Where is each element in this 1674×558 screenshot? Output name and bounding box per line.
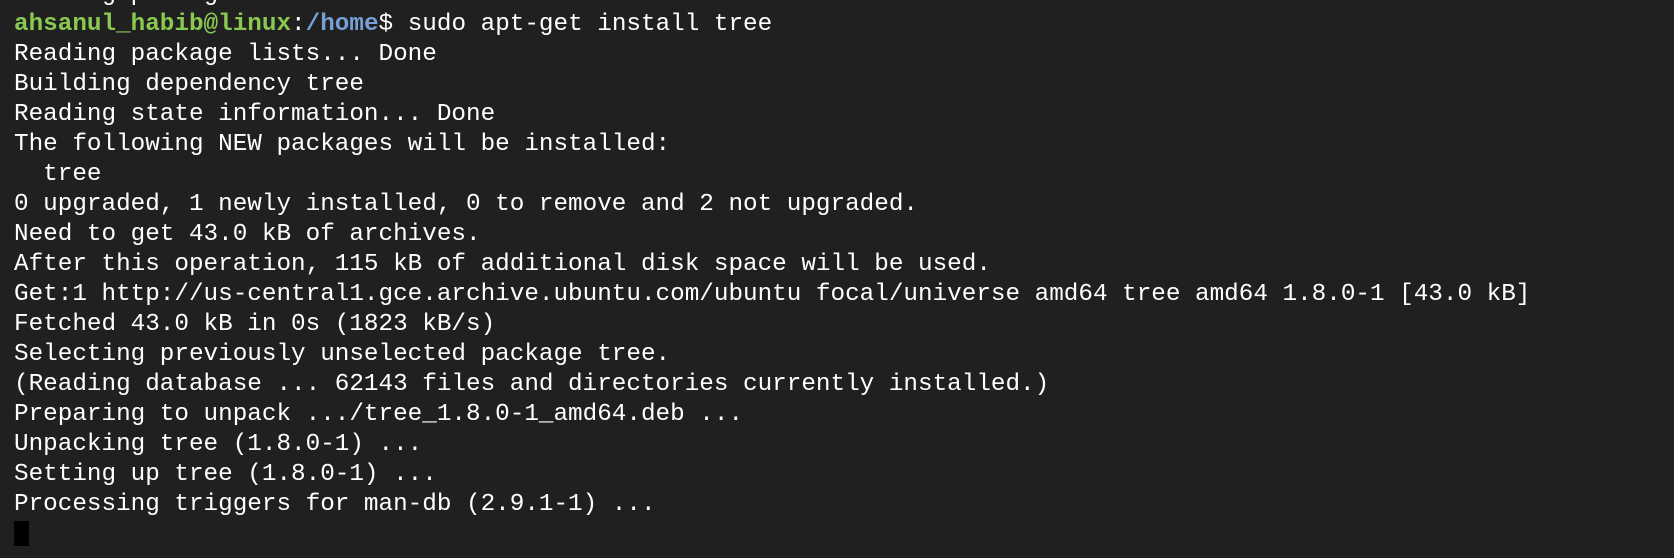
- output-line: Reading package lists... Done: [14, 41, 437, 68]
- output-line: Selecting previously unselected package …: [14, 341, 671, 368]
- output-line: Get:1 http://us-central1.gce.archive.ubu…: [14, 281, 1531, 308]
- prompt-separator: :: [291, 11, 306, 38]
- output-line: Need to get 43.0 kB of archives.: [14, 221, 481, 248]
- output-line: Preparing to unpack .../tree_1.8.0-1_amd…: [14, 401, 744, 428]
- output-line: Reading state information... Done: [14, 101, 496, 128]
- terminal-output: Reading package lists... Done ahsanul_ha…: [14, 0, 1674, 550]
- command-prompt-line: ahsanul_habib@linux:/home$ sudo apt-get …: [14, 10, 1674, 40]
- output-line: Fetched 43.0 kB in 0s (1823 kB/s): [14, 311, 496, 338]
- input-line[interactable]: [14, 520, 1674, 550]
- output-line: (Reading database ... 62143 files and di…: [14, 371, 1050, 398]
- output-line: The following NEW packages will be insta…: [14, 131, 671, 158]
- output-line: Setting up tree (1.8.0-1) ...: [14, 461, 437, 488]
- terminal-window[interactable]: Reading package lists... Done ahsanul_ha…: [0, 0, 1674, 558]
- output-line: Processing triggers for man-db (2.9.1-1)…: [14, 491, 656, 518]
- prompt-path: /home: [305, 11, 379, 38]
- output-line: 0 upgraded, 1 newly installed, 0 to remo…: [14, 191, 918, 218]
- output-line: tree: [14, 161, 102, 188]
- output-line: Building dependency tree: [14, 71, 364, 98]
- prompt-user-host: ahsanul_habib@linux: [14, 11, 292, 38]
- terminal-cursor: [14, 521, 29, 547]
- prompt-symbol: $: [378, 11, 394, 38]
- output-line: Unpacking tree (1.8.0-1) ...: [14, 431, 423, 458]
- output-line: Reading package lists... Done: [14, 0, 1674, 10]
- output-line: After this operation, 115 kB of addition…: [14, 251, 991, 278]
- prompt-command: sudo apt-get install tree: [393, 11, 773, 38]
